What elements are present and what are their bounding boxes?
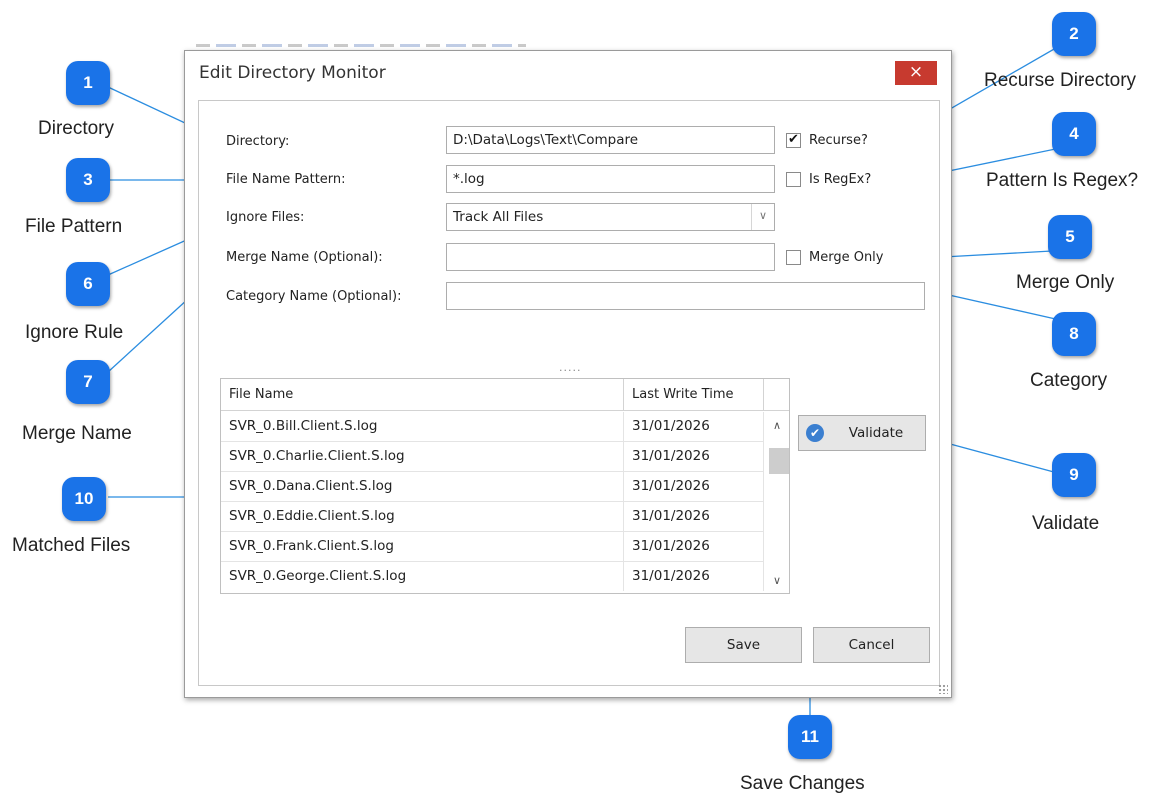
merge-only-checkbox[interactable]	[786, 250, 801, 265]
directory-input[interactable]: D:\Data\Logs\Text\Compare	[446, 126, 775, 154]
validate-button[interactable]: ✔ Validate	[798, 415, 926, 451]
category-name-label: Category Name (Optional):	[226, 289, 402, 304]
table-row[interactable]: SVR_0.Dana.Client.S.log 31/01/2026	[221, 472, 764, 502]
callout-badge-8: 8	[1052, 312, 1096, 356]
callout-label-2: Recurse Directory	[984, 70, 1137, 91]
table-row[interactable]: SVR_0.George.Client.S.log 31/01/2026	[221, 562, 764, 592]
callout-badge-6: 6	[66, 262, 110, 306]
file-name-cell: SVR_0.Bill.Client.S.log	[221, 412, 624, 441]
category-name-input[interactable]	[446, 282, 925, 310]
validate-button-label: Validate	[848, 425, 904, 441]
callout-badge-4: 4	[1052, 112, 1096, 156]
callout-label-11: Save Changes	[740, 773, 865, 794]
callout-badge-5: 5	[1048, 215, 1092, 259]
file-name-cell: SVR_0.George.Client.S.log	[221, 562, 624, 591]
callout-label-4: Pattern Is Regex?	[986, 170, 1139, 191]
callout-badge-11: 11	[788, 715, 832, 759]
table-row[interactable]: SVR_0.Frank.Client.S.log 31/01/2026	[221, 532, 764, 562]
chevron-down-icon[interactable]: ∨	[751, 204, 774, 230]
callout-label-6: Ignore Rule	[25, 322, 124, 343]
file-name-cell: SVR_0.Eddie.Client.S.log	[221, 502, 624, 531]
merge-only-label: Merge Only	[809, 250, 884, 265]
table-row[interactable]: SVR_0.Eddie.Client.S.log 31/01/2026	[221, 502, 764, 532]
column-header-last-write-time[interactable]: Last Write Time	[624, 379, 764, 411]
last-write-time-cell: 31/01/2026	[624, 472, 764, 501]
is-regex-label: Is RegEx?	[809, 172, 872, 187]
ignore-files-select[interactable]: Track All Files ∨	[446, 203, 775, 231]
callout-label-1: Directory	[38, 118, 115, 139]
last-write-time-cell: 31/01/2026	[624, 442, 764, 471]
ignore-files-label: Ignore Files:	[226, 210, 305, 225]
file-pattern-input[interactable]: *.log	[446, 165, 775, 193]
save-button[interactable]: Save	[685, 627, 802, 663]
callout-badge-3: 3	[66, 158, 110, 202]
close-button[interactable]: ×	[895, 61, 937, 85]
last-write-time-cell: 31/01/2026	[624, 532, 764, 561]
callout-badge-2: 2	[1052, 12, 1096, 56]
cancel-button[interactable]: Cancel	[813, 627, 930, 663]
matched-files-grid: File Name Last Write Time SVR_0.Bill.Cli…	[220, 378, 790, 594]
merge-name-label: Merge Name (Optional):	[226, 250, 383, 265]
last-write-time-cell: 31/01/2026	[624, 502, 764, 531]
recurse-label: Recurse?	[809, 133, 868, 148]
callout-label-7: Merge Name	[22, 423, 132, 444]
last-write-time-cell: 31/01/2026	[624, 562, 764, 591]
callout-label-9: Validate	[1032, 513, 1100, 534]
callout-label-10: Matched Files	[12, 535, 131, 556]
file-name-cell: SVR_0.Charlie.Client.S.log	[221, 442, 624, 471]
callout-label-8: Category	[1030, 370, 1108, 391]
file-name-cell: SVR_0.Dana.Client.S.log	[221, 472, 624, 501]
resize-grip-icon[interactable]	[938, 684, 948, 694]
merge-name-input[interactable]	[446, 243, 775, 271]
is-regex-checkbox[interactable]	[786, 172, 801, 187]
scroll-down-icon[interactable]: ∨	[764, 571, 789, 591]
column-header-file-name[interactable]: File Name	[221, 379, 624, 411]
connector-8	[939, 292, 1061, 321]
splitter-handle[interactable]: .....	[559, 361, 581, 374]
last-write-time-cell: 31/01/2026	[624, 412, 764, 441]
file-name-cell: SVR_0.Frank.Client.S.log	[221, 532, 624, 561]
callout-badge-10: 10	[62, 477, 106, 521]
scroll-up-icon[interactable]: ∧	[764, 416, 789, 436]
callout-badge-9: 9	[1052, 453, 1096, 497]
ignore-files-value: Track All Files	[453, 209, 544, 225]
vertical-scrollbar[interactable]: ∧ ∨	[764, 411, 789, 593]
callout-label-3: File Pattern	[25, 216, 123, 237]
table-row[interactable]: SVR_0.Bill.Client.S.log 31/01/2026	[221, 412, 764, 442]
dialog-title: Edit Directory Monitor	[199, 63, 386, 83]
file-pattern-label: File Name Pattern:	[226, 172, 346, 187]
callout-badge-7: 7	[66, 360, 110, 404]
table-row[interactable]: SVR_0.Charlie.Client.S.log 31/01/2026	[221, 442, 764, 472]
directory-label: Directory:	[226, 134, 290, 149]
scrollbar-thumb[interactable]	[769, 448, 789, 474]
check-circle-icon: ✔	[806, 424, 824, 442]
recurse-checkbox[interactable]: ✔	[786, 133, 801, 148]
callout-badge-1: 1	[66, 61, 110, 105]
column-header-filler	[764, 379, 789, 411]
callout-label-5: Merge Only	[1016, 272, 1115, 293]
